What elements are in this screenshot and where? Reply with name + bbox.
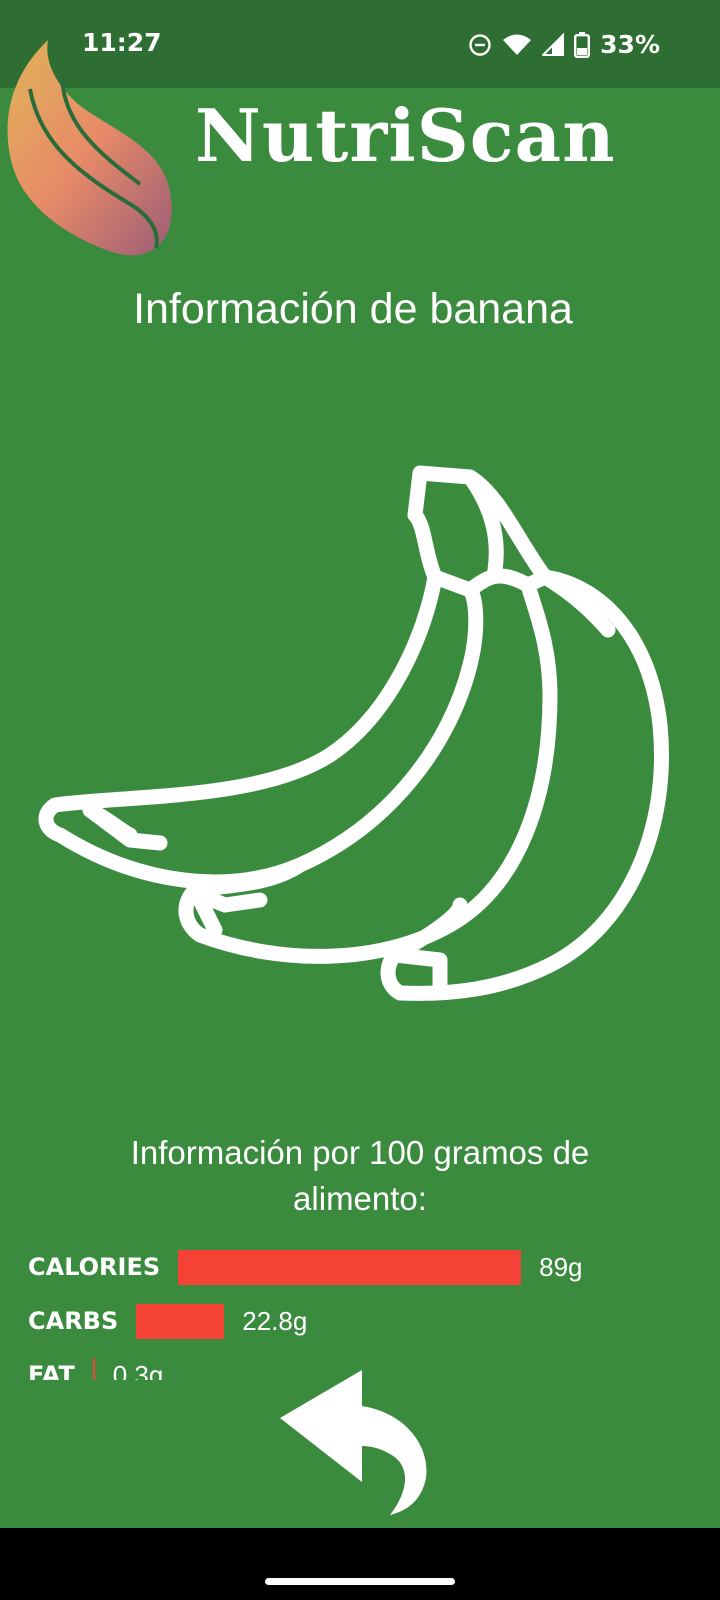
battery-icon — [574, 31, 591, 58]
status-icons: 33% — [468, 30, 660, 59]
nutrient-list[interactable]: CALORIES 89g CARBS 22.8g FAT 0.3g — [28, 1240, 708, 1380]
battery-percentage: 33% — [600, 30, 660, 59]
navigation-bar — [0, 1528, 720, 1600]
page-title: Información de banana — [133, 285, 573, 333]
nutrient-row: CALORIES 89g — [28, 1240, 708, 1294]
banana-icon — [38, 465, 669, 1001]
nutrient-value: 22.8g — [242, 1305, 308, 1336]
reply-arrow-icon — [280, 1370, 427, 1515]
do-not-disturb-icon — [468, 33, 492, 57]
leaf-flame-logo — [7, 40, 172, 256]
home-gesture-handle[interactable] — [265, 1578, 455, 1585]
nutrient-name: FAT — [28, 1361, 75, 1380]
nutrient-bar — [178, 1249, 522, 1285]
nutrient-value: 89g — [539, 1251, 583, 1282]
signal-icon — [542, 32, 565, 57]
back-button[interactable] — [280, 1370, 430, 1515]
nutrient-bar — [136, 1303, 225, 1339]
nutrient-row: CARBS 22.8g — [28, 1294, 708, 1348]
nutrient-value: 0.3g — [112, 1359, 164, 1381]
nutrient-name: CARBS — [28, 1307, 119, 1335]
info-caption: Información por 100 gramos de alimento: — [130, 1134, 590, 1217]
nutrient-bar — [92, 1357, 95, 1380]
wifi-icon — [502, 33, 532, 57]
app-title: NutriScan — [195, 93, 616, 178]
nutrient-name: CALORIES — [28, 1253, 161, 1281]
